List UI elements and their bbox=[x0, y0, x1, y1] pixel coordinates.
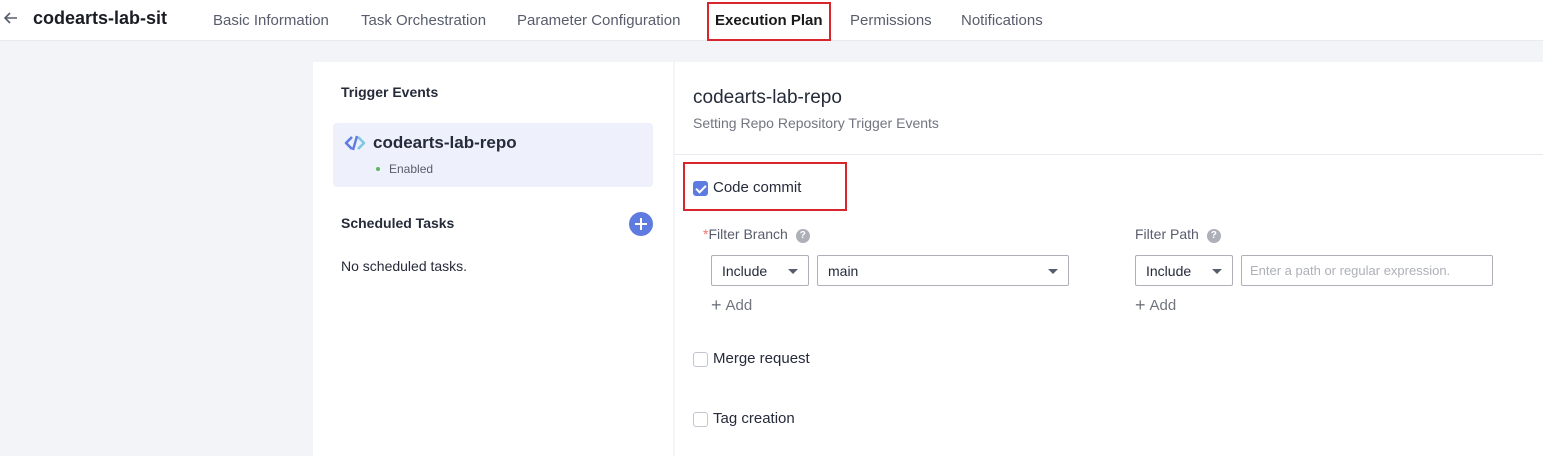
filter-path-text: Filter Path bbox=[1135, 226, 1199, 242]
help-icon[interactable]: ? bbox=[1206, 229, 1221, 243]
scheduled-tasks-empty: No scheduled tasks. bbox=[341, 258, 468, 274]
tab-parameter-configuration[interactable]: Parameter Configuration bbox=[517, 12, 680, 29]
trigger-repo-name: codearts-lab-repo bbox=[373, 133, 517, 152]
status-dot-icon bbox=[376, 167, 380, 171]
branch-value-select[interactable]: main bbox=[817, 255, 1069, 286]
add-scheduled-task-button[interactable] bbox=[629, 212, 653, 236]
repo-link-icon bbox=[344, 135, 366, 151]
chevron-down-icon bbox=[1212, 269, 1222, 274]
plus-icon: + bbox=[711, 295, 722, 315]
path-mode-select[interactable]: Include bbox=[1135, 255, 1233, 286]
trigger-status: Enabled bbox=[389, 162, 434, 176]
add-path-filter-button[interactable]: + Add bbox=[1135, 295, 1176, 316]
path-mode-value: Include bbox=[1146, 263, 1192, 279]
tab-task-orchestration[interactable]: Task Orchestration bbox=[361, 12, 486, 29]
path-input[interactable] bbox=[1241, 255, 1493, 286]
top-header: codearts-lab-sit Basic Information Task … bbox=[0, 0, 1543, 41]
add-branch-label: Add bbox=[725, 297, 753, 314]
trigger-sidebar: Trigger Events codearts-lab-repo Enabled… bbox=[313, 62, 673, 456]
branch-mode-value: Include bbox=[722, 263, 768, 279]
tag-creation-checkbox[interactable] bbox=[693, 412, 708, 427]
chevron-down-icon bbox=[788, 269, 798, 274]
tab-basic-information[interactable]: Basic Information bbox=[213, 12, 329, 29]
help-icon[interactable]: ? bbox=[795, 229, 810, 243]
back-arrow-icon[interactable] bbox=[2, 9, 20, 27]
filter-branch-text: Filter Branch bbox=[708, 226, 788, 242]
add-branch-filter-button[interactable]: + Add bbox=[711, 295, 752, 316]
merge-request-checkbox[interactable] bbox=[693, 352, 708, 367]
filter-path-label: Filter Path? bbox=[1135, 226, 1221, 243]
trigger-settings-panel: codearts-lab-repo Setting Repo Repositor… bbox=[675, 62, 1543, 456]
panel-title: codearts-lab-repo bbox=[693, 87, 842, 108]
plus-icon: + bbox=[1135, 295, 1146, 315]
branch-value: main bbox=[828, 263, 859, 279]
tag-creation-label[interactable]: Tag creation bbox=[713, 410, 795, 427]
tab-permissions[interactable]: Permissions bbox=[850, 12, 932, 29]
chevron-down-icon bbox=[1048, 269, 1058, 274]
scheduled-tasks-title: Scheduled Tasks bbox=[341, 215, 455, 231]
branch-mode-select[interactable]: Include bbox=[711, 255, 809, 286]
filter-branch-label: *Filter Branch? bbox=[703, 226, 810, 243]
add-path-label: Add bbox=[1149, 297, 1177, 314]
divider bbox=[675, 154, 1543, 155]
execution-plan-highlight bbox=[707, 2, 831, 41]
tab-notifications[interactable]: Notifications bbox=[961, 12, 1043, 29]
panel-subtitle: Setting Repo Repository Trigger Events bbox=[693, 115, 939, 131]
trigger-item-repo[interactable]: codearts-lab-repo Enabled bbox=[333, 123, 653, 187]
code-commit-highlight bbox=[683, 162, 847, 211]
merge-request-label[interactable]: Merge request bbox=[713, 350, 810, 367]
trigger-events-title: Trigger Events bbox=[341, 84, 439, 100]
pipeline-title: codearts-lab-sit bbox=[33, 8, 168, 28]
